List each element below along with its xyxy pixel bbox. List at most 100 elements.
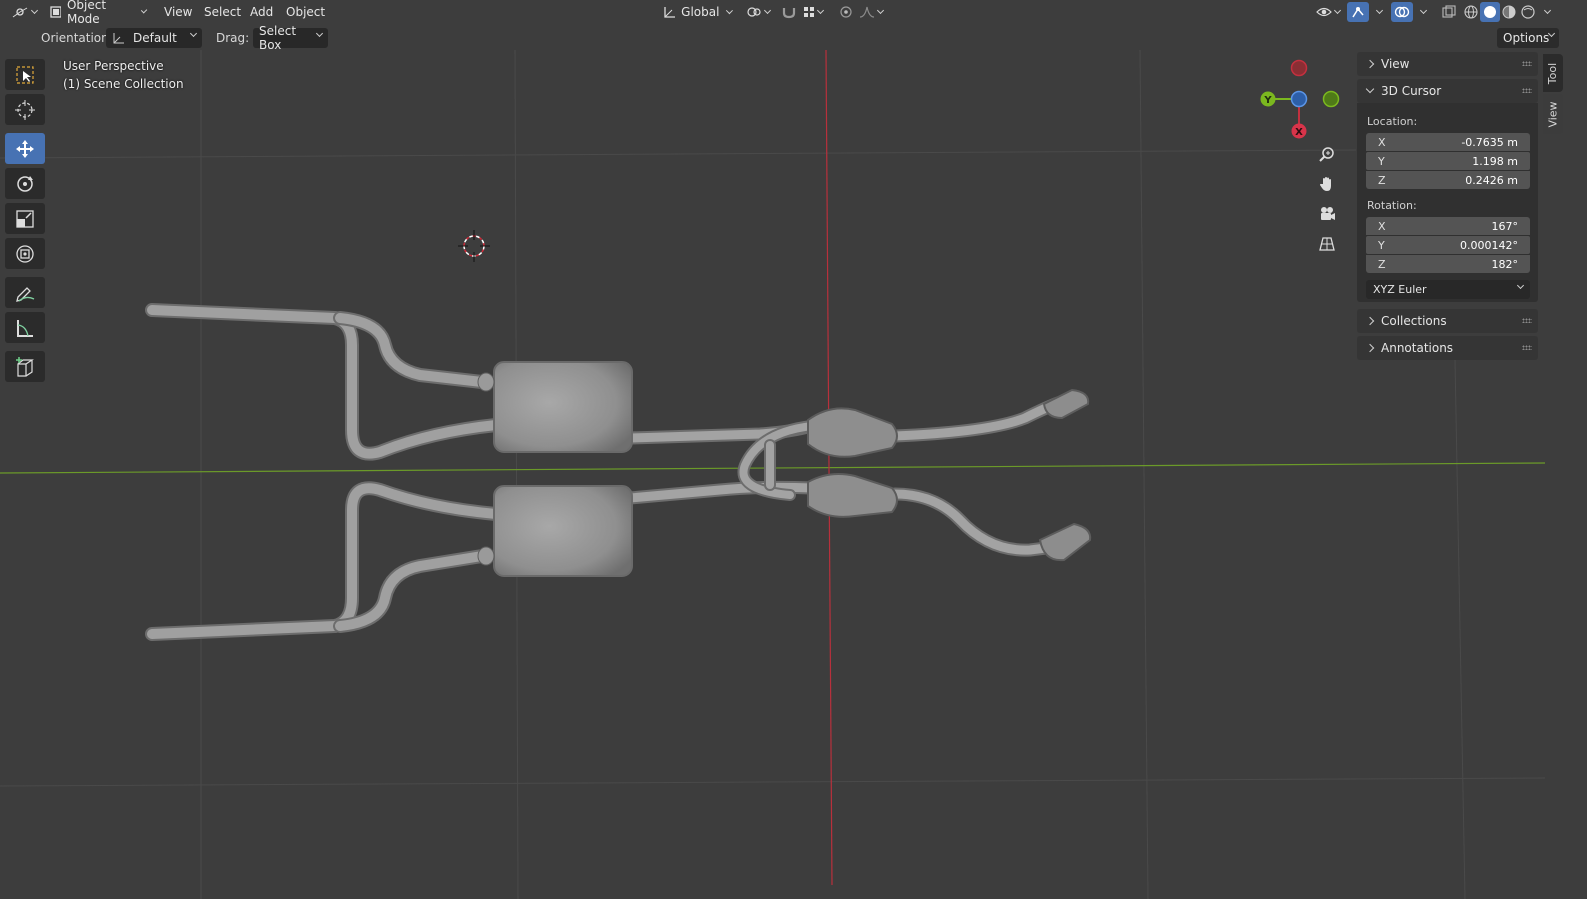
orientation-setting-value: Default — [133, 31, 177, 45]
mode-label: Object Mode — [66, 0, 107, 26]
rotate-icon — [17, 175, 33, 192]
chevron-down-icon — [1375, 6, 1384, 15]
solid-shading-icon — [1484, 6, 1496, 18]
shading-wireframe[interactable] — [1461, 2, 1481, 22]
tab-view[interactable]: View — [1543, 94, 1563, 134]
object-mode-icon — [50, 6, 61, 18]
chevron-down-icon — [140, 7, 148, 14]
orientation-icon — [113, 33, 124, 44]
axis-label: X — [1378, 135, 1386, 149]
zoom-icon — [1319, 147, 1334, 162]
material-shading-icon — [1502, 5, 1516, 19]
chevron-down-icon — [189, 29, 198, 38]
chevron-down-icon — [763, 6, 772, 15]
location-y-value: 1.198 m — [1472, 154, 1518, 168]
collection-label: (1) Scene Collection — [63, 77, 184, 91]
chevron-right-icon — [1365, 59, 1375, 69]
wireframe-shading-icon — [1464, 5, 1478, 19]
tool-scale[interactable] — [5, 203, 45, 234]
drag-grip-icon[interactable] — [1522, 345, 1532, 350]
location-x-field[interactable]: X -0.7635 m — [1366, 133, 1530, 151]
menu-view[interactable]: View — [160, 2, 196, 22]
falloff-dropdown[interactable] — [854, 2, 888, 22]
axis-label: Z — [1378, 257, 1386, 271]
options-dropdown[interactable]: Options — [1497, 28, 1559, 48]
viewport-scene: Y X — [0, 49, 1546, 899]
drag-grip-icon[interactable] — [1522, 88, 1532, 93]
tool-annotate[interactable] — [5, 277, 45, 308]
menu-select[interactable]: Select — [200, 2, 245, 22]
rotation-x-value: 167° — [1491, 219, 1519, 233]
rotation-y-value: 0.000142° — [1460, 238, 1518, 252]
chevron-down-icon — [1365, 84, 1375, 94]
panel-view-header[interactable]: View — [1357, 52, 1538, 76]
editor-type-button[interactable] — [6, 2, 42, 22]
exhaust-model — [145, 303, 1065, 641]
panel-collections-header[interactable]: Collections — [1357, 309, 1538, 333]
tab-tool[interactable]: Tool — [1543, 54, 1563, 92]
panel-annotations-title: Annotations — [1381, 341, 1454, 355]
shading-rendered[interactable] — [1518, 2, 1538, 22]
rotation-z-field[interactable]: Z 182° — [1366, 255, 1530, 273]
move-icon — [16, 139, 34, 158]
menu-object[interactable]: Object — [282, 2, 329, 22]
gizmo-dropdown[interactable] — [1369, 2, 1387, 22]
drag-setting-label: Drag: — [216, 31, 250, 45]
orientation-label: Global — [681, 5, 720, 19]
drag-grip-icon[interactable] — [1522, 61, 1532, 66]
tab-view-label: View — [1546, 100, 1560, 128]
shading-solid[interactable] — [1480, 2, 1500, 22]
tool-measure[interactable] — [5, 312, 45, 343]
tool-add-cube[interactable] — [5, 351, 45, 382]
transform-orientation-dropdown[interactable]: Global — [657, 2, 737, 22]
proportional-edit-icon — [840, 6, 852, 18]
xray-toggle[interactable] — [1437, 2, 1461, 22]
shading-material[interactable] — [1499, 2, 1519, 22]
transform-icon — [16, 244, 34, 263]
navigation-gizmo: Y X — [1260, 59, 1340, 139]
sidebar-panel: View 3D Cursor Location: X -0.7635 m Y 1… — [1356, 52, 1539, 364]
perspective-toggle-button[interactable] — [1314, 231, 1340, 257]
shading-dropdown[interactable] — [1537, 2, 1555, 22]
tool-settings-bar: Orientation: Default Drag: Select Box Op… — [0, 24, 1587, 52]
chevron-down-icon — [726, 7, 734, 14]
panel-annotations-header[interactable]: Annotations — [1357, 336, 1538, 360]
zoom-button[interactable] — [1314, 141, 1340, 167]
rotation-x-field[interactable]: X 167° — [1366, 217, 1530, 235]
panel-collections-title: Collections — [1381, 314, 1447, 328]
snap-target-dropdown[interactable] — [798, 2, 828, 22]
chevron-down-icon — [1543, 6, 1552, 15]
tool-rotate[interactable] — [5, 168, 45, 199]
drag-grip-icon[interactable] — [1522, 318, 1532, 323]
drag-setting-dropdown[interactable]: Select Box — [253, 24, 328, 52]
pan-button[interactable] — [1314, 171, 1340, 197]
xray-icon — [1442, 5, 1456, 18]
pivot-point-dropdown[interactable] — [741, 2, 775, 22]
rendered-shading-icon — [1521, 5, 1535, 19]
panel-view-title: View — [1381, 57, 1410, 71]
overlays-toggle[interactable] — [1391, 2, 1413, 22]
mode-dropdown[interactable]: Object Mode — [44, 0, 151, 26]
rotation-mode-dropdown[interactable]: XYZ Euler — [1366, 280, 1530, 299]
overlays-dropdown[interactable] — [1413, 2, 1431, 22]
cursor-icon — [15, 99, 35, 120]
3d-viewport[interactable]: Y X — [0, 0, 1587, 899]
drag-setting-value: Select Box — [259, 24, 297, 52]
rotation-y-field[interactable]: Y 0.000142° — [1366, 236, 1530, 254]
chevron-down-icon — [876, 6, 885, 15]
orientation-setting-label: Orientation: — [41, 31, 113, 45]
tool-select-box[interactable] — [5, 59, 45, 90]
orientation-setting-dropdown[interactable]: Default — [106, 28, 202, 48]
camera-view-button[interactable] — [1314, 201, 1340, 227]
location-y-field[interactable]: Y 1.198 m — [1366, 152, 1530, 170]
tool-move[interactable] — [5, 133, 45, 164]
menu-add[interactable]: Add — [246, 2, 277, 22]
visibility-dropdown[interactable] — [1311, 2, 1345, 22]
gizmo-toggle[interactable] — [1347, 2, 1369, 22]
3d-cursor — [458, 230, 490, 262]
tool-transform[interactable] — [5, 238, 45, 269]
chevron-right-icon — [1365, 316, 1375, 326]
location-z-field[interactable]: Z 0.2426 m — [1366, 171, 1530, 189]
panel-3d-cursor-header[interactable]: 3D Cursor — [1357, 79, 1538, 103]
tool-cursor[interactable] — [5, 94, 45, 125]
